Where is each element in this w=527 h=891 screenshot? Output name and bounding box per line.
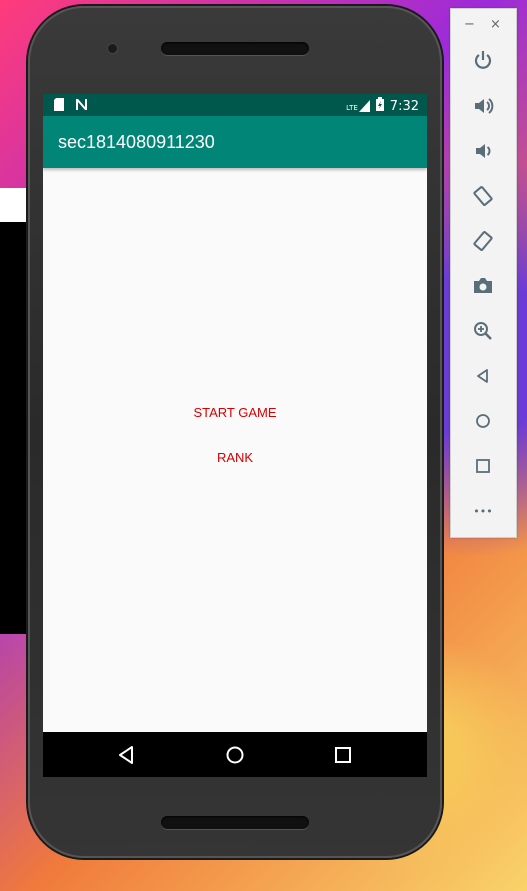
start-game-button[interactable]: START GAME bbox=[43, 405, 427, 420]
home-icon[interactable] bbox=[470, 408, 496, 434]
navigation-bar bbox=[43, 732, 427, 777]
bottom-speaker bbox=[161, 816, 309, 829]
emulator-phone-frame: LTE 7:32 sec1814080911230 START GAME RAN… bbox=[28, 6, 442, 858]
volume-down-icon[interactable] bbox=[470, 138, 496, 164]
close-button[interactable]: × bbox=[490, 17, 501, 32]
rotate-right-icon[interactable] bbox=[470, 228, 496, 254]
more-icon[interactable]: ••• bbox=[470, 498, 496, 524]
overview-icon[interactable] bbox=[470, 453, 496, 479]
battery-charging-icon bbox=[375, 97, 384, 115]
nav-overview-icon[interactable] bbox=[332, 744, 354, 766]
rotate-left-icon[interactable] bbox=[470, 183, 496, 209]
power-icon[interactable] bbox=[470, 47, 496, 73]
main-content: START GAME RANK bbox=[43, 168, 427, 732]
lte-signal-icon: LTE bbox=[346, 100, 370, 112]
status-time: 7:32 bbox=[389, 98, 419, 114]
nav-back-icon[interactable] bbox=[116, 744, 138, 766]
top-speaker bbox=[161, 42, 309, 55]
notification-n-icon bbox=[75, 98, 87, 111]
device-screen: LTE 7:32 sec1814080911230 START GAME RAN… bbox=[43, 94, 427, 777]
app-title: sec1814080911230 bbox=[58, 132, 215, 152]
minimize-button[interactable]: − bbox=[464, 17, 475, 32]
front-camera bbox=[108, 44, 117, 53]
back-icon[interactable] bbox=[470, 363, 496, 389]
app-bar: sec1814080911230 bbox=[43, 116, 427, 168]
camera-icon[interactable] bbox=[470, 273, 496, 299]
rank-button[interactable]: RANK bbox=[43, 450, 427, 465]
emulator-toolbar: − × ••• bbox=[450, 8, 517, 538]
nav-home-icon[interactable] bbox=[224, 744, 246, 766]
status-bar: LTE 7:32 bbox=[43, 94, 427, 116]
sd-card-icon bbox=[53, 98, 65, 111]
zoom-icon[interactable] bbox=[470, 318, 496, 344]
volume-up-icon[interactable] bbox=[470, 93, 496, 119]
